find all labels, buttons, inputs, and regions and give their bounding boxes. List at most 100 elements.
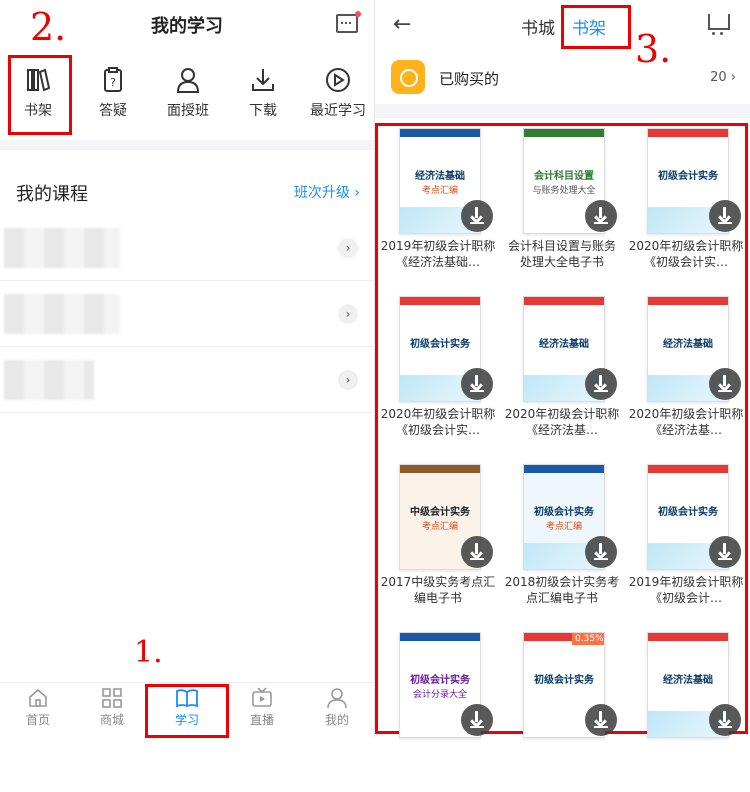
cover-title: 初级会计实务 <box>410 675 470 686</box>
book-title: 2020年初级会计职称《经济法基… <box>504 407 620 437</box>
book-card[interactable]: 初级会计实务 2020年初级会计职称《初级会计实… <box>625 118 747 288</box>
grid-icon <box>101 687 123 709</box>
play-circle-icon <box>324 66 352 94</box>
cover-subtitle: 与账务处理大全 <box>532 186 596 196</box>
download-icon[interactable] <box>585 536 617 568</box>
tab-live[interactable]: 直播 <box>232 687 292 728</box>
download-icon[interactable] <box>709 368 741 400</box>
tab-home[interactable]: 首页 <box>8 687 68 728</box>
shortcut-label: 面授班 <box>167 103 209 119</box>
course-row[interactable]: › <box>0 282 374 347</box>
home-icon <box>27 687 49 709</box>
book-title: 2019年初级会计职称《初级会计… <box>628 575 744 605</box>
purchased-label: 已购买的 <box>439 70 500 88</box>
download-icon[interactable] <box>461 200 493 232</box>
book-card[interactable]: 经济法基础 2020年初级会计职称《经济法基… <box>501 286 623 456</box>
check-badge-icon <box>391 60 425 94</box>
chevron-right-icon: › <box>730 70 736 85</box>
user-icon <box>326 687 348 709</box>
book-title: 会计科目设置与账务处理大全电子书 <box>507 239 616 269</box>
teacher-icon <box>174 66 202 94</box>
cover-title: 经济法基础 <box>663 339 713 350</box>
cover-title: 初级会计实务 <box>534 675 594 686</box>
cover-title: 经济法基础 <box>663 675 713 686</box>
upgrade-class-link[interactable]: 班次升级 › <box>294 182 360 202</box>
highlight-box-learning-tab <box>145 684 229 738</box>
tab-bookstore[interactable]: 书城 <box>521 14 555 39</box>
shortcut-label: 最近学习 <box>310 103 366 119</box>
purchased-count: 20 › <box>710 70 736 85</box>
download-icon[interactable] <box>461 704 493 736</box>
book-card[interactable]: 会计科目设置 与账务处理大全 会计科目设置与账务处理大全电子书 <box>501 118 623 288</box>
cover-title: 经济法基础 <box>539 339 589 350</box>
tab-shop[interactable]: 商城 <box>82 687 142 728</box>
learning-panel: 我的学习 2. 书架 ? 答疑 面授班 下载 最近学习 我的课程 班次升级 › … <box>0 0 375 738</box>
annotation-2: 2. <box>30 5 67 49</box>
download-icon[interactable] <box>461 536 493 568</box>
notification-dot <box>355 11 361 17</box>
tab-label: 商城 <box>99 713 124 727</box>
tab-mine[interactable]: 我的 <box>307 687 367 728</box>
count-value: 20 <box>710 70 727 85</box>
message-icon[interactable] <box>336 11 361 33</box>
discount-badge: 0.35% <box>572 633 604 645</box>
shortcut-recent[interactable]: 最近学习 <box>304 60 372 132</box>
book-card[interactable]: 初级会计实务 考点汇编 2018初级会计实务考点汇编电子书 <box>501 454 623 624</box>
book-card[interactable]: 初级会计实务 2019年初级会计职称《初级会计… <box>625 454 747 624</box>
cart-icon[interactable] <box>708 14 730 35</box>
chevron-right-icon: › <box>338 238 358 258</box>
book-title: 2017中级实务考点汇编电子书 <box>380 575 496 605</box>
cover-title: 初级会计实务 <box>410 339 470 350</box>
tab-label: 直播 <box>249 713 274 727</box>
tab-label: 首页 <box>25 713 50 727</box>
tab-label: 我的 <box>324 713 349 727</box>
cover-title: 经济法基础 <box>415 171 465 182</box>
divider <box>0 140 374 150</box>
download-icon[interactable] <box>709 200 741 232</box>
back-arrow-icon[interactable]: ← <box>393 12 411 37</box>
cover-subtitle: 考点汇编 <box>545 522 582 532</box>
download-icon[interactable] <box>461 368 493 400</box>
download-icon[interactable] <box>585 200 617 232</box>
book-title: 2019年初级会计职称《经济法基础… <box>380 239 496 269</box>
book-card[interactable]: 经济法基础考点汇编 2019年初级会计职称《经济法基础… <box>377 118 499 288</box>
cover-title: 会计科目设置 <box>534 171 594 182</box>
course-row[interactable]: › <box>0 348 374 413</box>
chevron-right-icon: › <box>338 304 358 324</box>
purchased-row[interactable]: 已购买的 20 › <box>375 52 750 102</box>
download-icon[interactable] <box>585 368 617 400</box>
course-row[interactable]: › <box>0 216 374 281</box>
book-title: 2020年初级会计职称《经济法基… <box>628 407 744 437</box>
blurred-course-title <box>4 294 120 334</box>
courses-title: 我的课程 <box>16 184 88 205</box>
shortcut-qa[interactable]: ? 答疑 <box>81 60 145 132</box>
shortcut-classroom[interactable]: 面授班 <box>156 60 220 132</box>
bookstore-panel: ← 书城 书架 3. 已购买的 20 › 经济法基础 考点汇编 2019年初级会计… <box>375 0 750 738</box>
cover-subtitle: 考点汇编 <box>421 186 458 196</box>
book-title: 2020年初级会计职称《初级会计实… <box>380 407 496 437</box>
tv-icon <box>251 687 273 709</box>
highlight-box-bookshelf <box>8 55 72 135</box>
shortcut-download[interactable]: 下载 <box>231 60 295 132</box>
book-card[interactable]: 初级会计实务 0.35% <box>501 622 623 792</box>
book-title: 2020年初级会计职称《初级会计实… <box>628 239 744 269</box>
download-icon[interactable] <box>709 704 741 736</box>
cover-subtitle: 考点汇编 <box>421 522 458 532</box>
download-icon[interactable] <box>585 704 617 736</box>
cover-title: 初级会计实务 <box>534 507 594 518</box>
download-icon <box>249 66 277 94</box>
blurred-course-title <box>4 228 120 268</box>
cover-title: 初级会计实务 <box>658 171 718 182</box>
download-icon[interactable] <box>709 536 741 568</box>
book-card[interactable]: 初级会计实务 会计分录大全 <box>377 622 499 792</box>
book-card[interactable]: 初级会计实务 2020年初级会计职称《初级会计实… <box>377 286 499 456</box>
chevron-right-icon: › <box>338 370 358 390</box>
book-grid: 经济法基础 考点汇编 2019年初级会计职称《经济法基础… 会计科目设置 与账务处理… <box>375 118 750 738</box>
book-card[interactable]: 经济法基础 2020年初级会计职称《经济法基… <box>625 286 747 456</box>
cover-title: 初级会计实务 <box>658 507 718 518</box>
book-card[interactable]: 中级会计实务 考点汇编 2017中级实务考点汇编电子书 <box>377 454 499 624</box>
book-card[interactable]: 经济法基础 <box>625 622 747 792</box>
shortcut-label: 下载 <box>249 103 277 119</box>
highlight-box-bookshelf-tab <box>561 5 631 49</box>
clipboard-question-icon: ? <box>99 66 127 94</box>
